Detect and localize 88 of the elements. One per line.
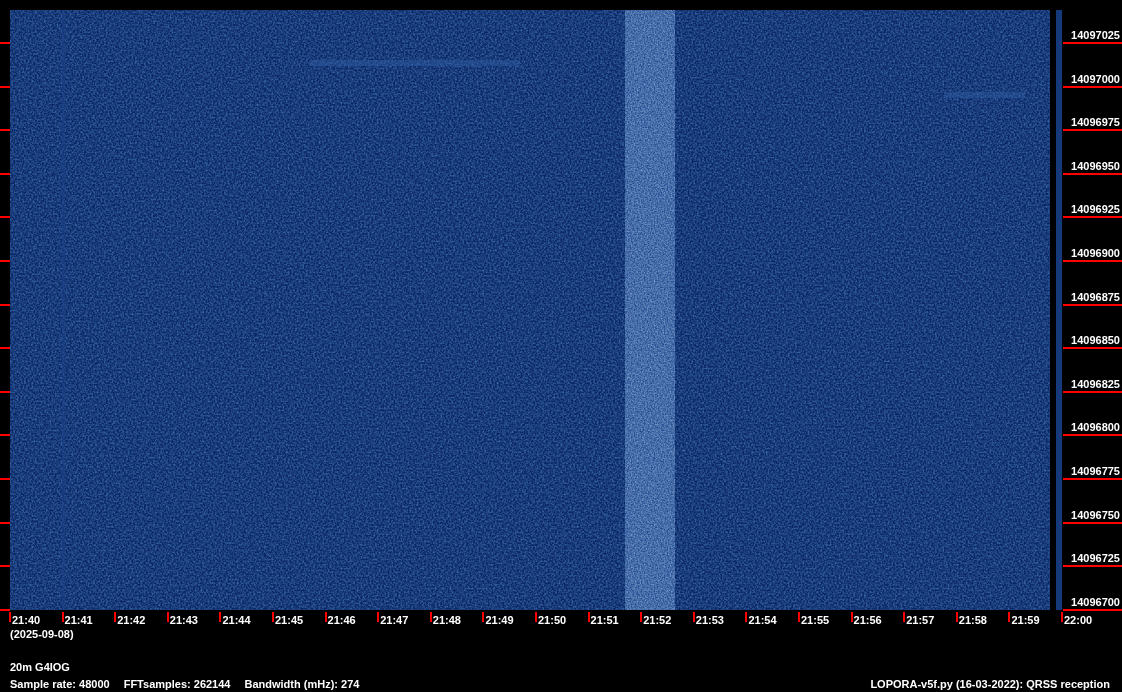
tick-mark bbox=[1008, 612, 1011, 622]
time-label: 21:58 bbox=[958, 614, 987, 626]
tick-mark bbox=[0, 172, 10, 175]
tick-line bbox=[1063, 565, 1122, 568]
time-label: 21:40 bbox=[12, 614, 41, 626]
tick-line bbox=[1063, 521, 1122, 524]
time-label: 22:00 bbox=[1064, 614, 1093, 626]
frequency-label: 14096825 bbox=[1071, 377, 1120, 390]
tick-mark bbox=[0, 42, 10, 44]
frequency-label: 14096775 bbox=[1071, 465, 1120, 477]
tick-mark bbox=[0, 303, 10, 306]
tick-mark bbox=[429, 612, 432, 622]
tick-line bbox=[1063, 42, 1122, 44]
tick-mark bbox=[272, 612, 274, 622]
tick-mark bbox=[61, 612, 64, 622]
tick-line bbox=[1063, 303, 1122, 306]
frequency-label: 14097025 bbox=[1071, 29, 1120, 41]
frequency-label: 14096900 bbox=[1071, 247, 1120, 259]
parameter-label: Bandwidth (mHz): 274 bbox=[244, 678, 360, 690]
tick-mark bbox=[587, 612, 590, 622]
tick-mark bbox=[377, 612, 380, 622]
time-label: 21:45 bbox=[275, 614, 304, 626]
tick-mark bbox=[955, 612, 958, 622]
frequency-label: 14096950 bbox=[1071, 159, 1120, 172]
time-label: 21:47 bbox=[380, 614, 409, 626]
frequency-label: 14096700 bbox=[1071, 595, 1120, 608]
tick-line bbox=[1063, 478, 1122, 480]
tick-line bbox=[1063, 216, 1122, 219]
tick-line bbox=[1063, 260, 1122, 262]
tick-mark bbox=[903, 612, 906, 622]
time-label: 21:52 bbox=[643, 614, 672, 626]
tick-line bbox=[1063, 390, 1122, 393]
time-label: 21:49 bbox=[485, 614, 514, 626]
tick-mark bbox=[0, 260, 10, 262]
tick-mark bbox=[850, 612, 853, 622]
tick-mark bbox=[0, 434, 10, 437]
time-label: 21:41 bbox=[64, 614, 93, 626]
tick-mark bbox=[640, 612, 643, 622]
tick-line bbox=[1063, 172, 1122, 175]
frequency-label: 14097000 bbox=[1071, 72, 1120, 85]
frequency-label: 14096725 bbox=[1071, 552, 1120, 565]
time-label: 21:50 bbox=[538, 614, 567, 626]
tick-line bbox=[1063, 608, 1122, 611]
time-label: 21:56 bbox=[853, 614, 882, 626]
tick-mark bbox=[219, 612, 222, 622]
tick-mark bbox=[482, 612, 485, 622]
tick-line bbox=[1063, 129, 1122, 132]
station-label: 20m G4IOG bbox=[10, 661, 70, 673]
frequency-label: 14096800 bbox=[1071, 421, 1120, 434]
tick-mark bbox=[798, 612, 800, 622]
tick-mark bbox=[0, 478, 10, 480]
tick-mark bbox=[0, 216, 10, 219]
tick-mark bbox=[166, 612, 169, 622]
tick-mark bbox=[0, 521, 10, 524]
time-label: 21:43 bbox=[169, 614, 198, 626]
tick-mark bbox=[114, 612, 117, 622]
frequency-label: 14096875 bbox=[1071, 290, 1120, 303]
tick-mark bbox=[0, 347, 10, 350]
tick-line bbox=[1063, 347, 1122, 350]
time-label: 21:59 bbox=[1011, 614, 1040, 626]
time-label: 21:44 bbox=[222, 614, 251, 626]
parameter-label: Sample rate: 48000 bbox=[10, 678, 110, 690]
time-label: 21:48 bbox=[432, 614, 461, 626]
tick-line bbox=[1063, 434, 1122, 437]
tick-line bbox=[1063, 85, 1122, 88]
frequency-label: 14096750 bbox=[1071, 508, 1120, 521]
tick-mark bbox=[535, 612, 537, 622]
tick-mark bbox=[745, 612, 748, 622]
time-label: 21:55 bbox=[801, 614, 830, 626]
frequency-label: 14096975 bbox=[1071, 116, 1120, 129]
tick-mark bbox=[1061, 612, 1063, 622]
frequency-label: 14096925 bbox=[1071, 203, 1120, 216]
frequency-label: 14096850 bbox=[1071, 334, 1120, 347]
tick-mark bbox=[324, 612, 327, 622]
parameter-label: FFTsamples: 262144 bbox=[123, 678, 231, 690]
time-label: 21:53 bbox=[695, 614, 724, 626]
software-label: LOPORA-v5f.py (16-03-2022): QRSS reception bbox=[870, 678, 1110, 690]
date-label: (2025-09-08) bbox=[10, 628, 74, 640]
time-label: 21:51 bbox=[590, 614, 619, 626]
tick-mark bbox=[692, 612, 695, 622]
time-label: 21:57 bbox=[906, 614, 935, 626]
tick-mark bbox=[0, 129, 10, 132]
time-label: 21:42 bbox=[117, 614, 146, 626]
tick-mark bbox=[0, 565, 10, 568]
tick-mark bbox=[0, 85, 10, 88]
tick-mark bbox=[0, 390, 10, 393]
time-label: 21:46 bbox=[327, 614, 356, 626]
time-label: 21:54 bbox=[748, 614, 777, 626]
